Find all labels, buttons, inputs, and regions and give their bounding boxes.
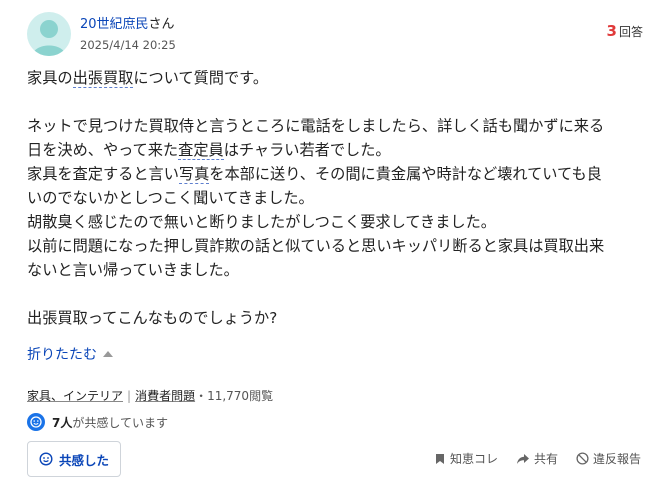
fold-label: 折りたたむ: [27, 347, 97, 363]
view-count: ・11,770閲覧: [195, 389, 274, 403]
empathy-button[interactable]: 共感した: [27, 441, 121, 477]
question-line: いのでないかとしつこく聞いてきました。: [27, 189, 314, 207]
avatar[interactable]: [27, 12, 71, 56]
smile-icon: [39, 452, 53, 466]
meta-separator: |: [127, 389, 132, 403]
keyword-link[interactable]: 査定員: [178, 141, 224, 160]
answer-count[interactable]: 3 回答: [607, 22, 643, 40]
keyword-link[interactable]: 出張買取: [72, 69, 134, 88]
keyword-link[interactable]: 写真: [178, 165, 210, 184]
caret-up-icon: [103, 351, 113, 357]
user-name-link[interactable]: 20世紀庶民: [80, 17, 149, 32]
question-line: 日を決め、やって来た査定員はチャラい若者でした。: [27, 141, 391, 160]
answer-count-number: 3: [606, 22, 617, 40]
answer-count-label: 回答: [618, 25, 643, 39]
question-body: 家具の出張買取について質問です。 ネットで見つけた買取侍と言うところに電話をしま…: [27, 66, 639, 330]
report-button[interactable]: 違反報告: [576, 450, 641, 467]
prohibited-icon: [576, 452, 589, 465]
question-line: ないと言い帰っていきました。: [27, 261, 239, 279]
question-line: 胡散臭く感じたので無いと断りましたがしつこく要求してきました。: [27, 213, 496, 231]
empathy-count-row: 7人 が共感しています: [27, 413, 168, 431]
bookmark-label: 知恵コレ: [449, 452, 498, 466]
share-button[interactable]: 共有: [516, 450, 558, 467]
smile-icon: [27, 413, 45, 431]
category-link[interactable]: 家具、インテリア: [27, 389, 123, 403]
bookmark-icon: [435, 453, 444, 464]
user-name-row: 20世紀庶民さん: [80, 13, 175, 32]
fold-button[interactable]: 折りたたむ: [27, 344, 113, 364]
post-date: 2025/4/14 20:25: [80, 38, 176, 52]
question-line: ネットで見つけた買取侍と言うところに電話をしましたら、詳しく話も聞かずに来る: [27, 117, 605, 135]
bookmark-button[interactable]: 知恵コレ: [434, 450, 498, 467]
question-line: 出張買取ってこんなものでしょうか?: [27, 309, 278, 327]
empathy-button-label: 共感した: [58, 452, 109, 468]
empathy-text: が共感しています: [72, 415, 169, 430]
category-link[interactable]: 消費者問題: [135, 389, 195, 403]
empathy-count: 7人: [52, 415, 73, 430]
question-line: 家具を査定すると言い写真を本部に送り、その間に貴金属や時計など壊れていても良: [27, 165, 602, 184]
report-label: 違反報告: [592, 452, 641, 466]
category-meta: 家具、インテリア | 消費者問題・11,770閲覧: [27, 387, 273, 404]
share-label: 共有: [533, 452, 558, 466]
question-line: 以前に問題になった押し買詐欺の話と似ていると思いキッパリ断ると家具は買取出来: [27, 237, 605, 255]
user-suffix: さん: [148, 17, 175, 32]
action-bar: 知恵コレ 共有 違反報告: [416, 450, 641, 467]
user-avatar-icon: [32, 20, 66, 56]
share-icon: [516, 453, 529, 464]
question-title: 家具の出張買取について質問です。: [27, 69, 269, 88]
